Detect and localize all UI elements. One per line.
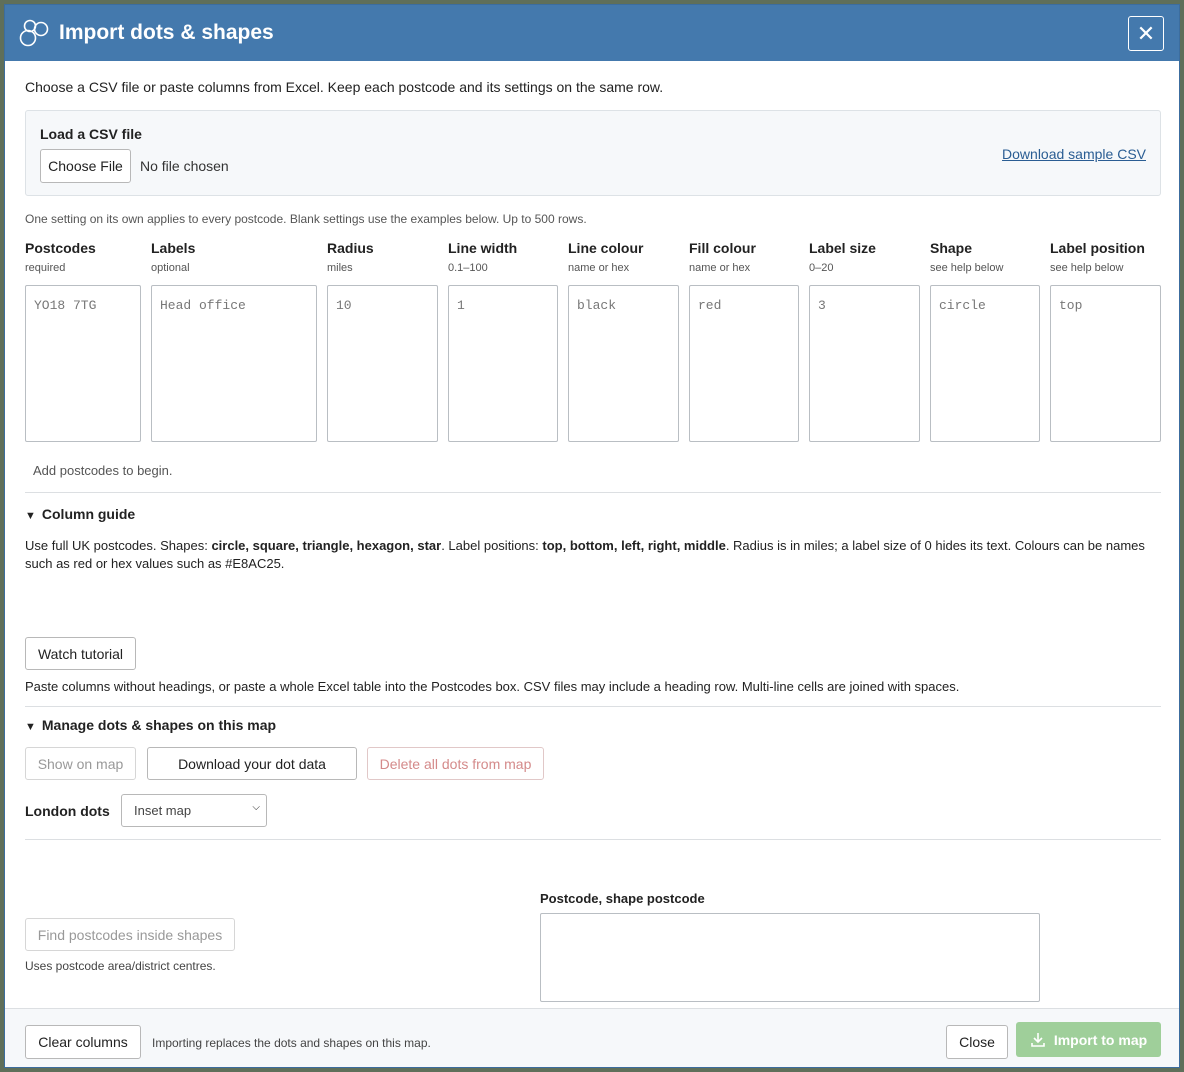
guide-text-part: Use full UK postcodes. Shapes: [25,538,212,553]
column-heading: Labels [151,240,196,256]
guide-text-part: . Label positions: [441,538,543,553]
no-file-text: No file chosen [140,158,229,174]
paste-instructions: Paste columns without headings, or paste… [25,679,960,694]
column-heading: Postcodes [25,240,96,256]
import-to-map-button[interactable]: Import to map [1016,1022,1161,1057]
column-heading: Label size [809,240,876,256]
find-postcodes-note: Uses postcode area/district centres. [25,959,216,973]
line-width-textarea[interactable]: 1 [448,285,558,442]
column-fill-colour: Fill colour name or hex red [689,240,799,442]
column-subheading: see help below [930,262,1004,274]
guide-shapes-list: circle, square, triangle, hexagon, star [211,538,442,553]
column-subheading: name or hex [568,262,630,274]
column-subheading: required [25,262,66,274]
watch-tutorial-button[interactable]: Watch tutorial [25,637,136,670]
csv-panel: Load a CSV file Choose File No file chos… [25,110,1161,196]
column-line-width: Line width 0.1–100 1 [448,240,558,442]
delete-all-dots-button[interactable]: Delete all dots from map [367,747,544,780]
column-guide-toggle[interactable]: ▼ Column guide [25,506,135,522]
postcodes-textarea[interactable]: YO18 7TG [25,285,141,442]
postcode-shape-textarea[interactable] [540,913,1040,1002]
manage-dots-toggle[interactable]: ▼ Manage dots & shapes on this map [25,717,276,733]
dialog-header: Import dots & shapes ✕ [5,5,1179,61]
label-position-textarea[interactable]: top [1050,285,1161,442]
choose-file-button[interactable]: Choose File [40,149,131,183]
intro-text: Choose a CSV file or paste columns from … [25,79,664,95]
radius-textarea[interactable]: 10 [327,285,438,442]
column-subheading: 0–20 [809,262,834,274]
dots-logo-icon [19,19,49,47]
divider [25,839,1161,840]
csv-title: Load a CSV file [40,126,142,142]
line-colour-textarea[interactable]: black [568,285,679,442]
manage-dots-title: Manage dots & shapes on this map [41,717,277,733]
divider [25,706,1161,707]
column-guide-title: Column guide [41,506,136,522]
chevron-down-icon: ⌵ [252,802,260,813]
column-postcodes: Postcodes required YO18 7TG [25,240,141,442]
column-shape: Shape see help below circle [930,240,1040,442]
triangle-down-icon: ▼ [25,721,36,733]
download-sample-link[interactable]: Download sample CSV [1002,146,1146,162]
shape-textarea[interactable]: circle [930,285,1040,442]
add-postcodes-hint: Add postcodes to begin. [33,463,173,478]
column-heading: Fill colour [689,240,756,256]
column-heading: Line width [448,240,518,256]
column-heading: Radius [327,240,374,256]
column-subheading: miles [327,262,353,274]
close-icon[interactable]: ✕ [1128,16,1164,51]
column-subheading: optional [151,262,190,274]
column-label-size: Label size 0–20 3 [809,240,920,442]
clear-columns-button[interactable]: Clear columns [25,1025,141,1059]
column-line-colour: Line colour name or hex black [568,240,679,442]
fill-colour-textarea[interactable]: red [689,285,799,442]
find-postcodes-button[interactable]: Find postcodes inside shapes [25,918,235,951]
close-button[interactable]: Close [946,1025,1008,1059]
import-to-map-label: Import to map [1053,1031,1148,1048]
column-guide-text: Use full UK postcodes. Shapes: circle, s… [25,537,1161,573]
postcode-shape-label: Postcode, shape postcode [540,891,705,906]
import-dialog: Import dots & shapes ✕ Choose a CSV file… [4,4,1180,1068]
column-labels: Labels optional Head office [151,240,317,442]
column-heading: Shape [930,240,973,256]
column-heading: Label position [1050,240,1145,256]
column-subheading: name or hex [689,262,751,274]
london-dots-value: Inset map [134,803,192,818]
show-on-map-button[interactable]: Show on map [25,747,136,780]
download-icon [1031,1032,1045,1047]
footer-note: Importing replaces the dots and shapes o… [152,1036,431,1050]
column-subheading: 0.1–100 [448,262,488,274]
download-dot-data-button[interactable]: Download your dot data [147,747,357,780]
column-heading: Line colour [568,240,644,256]
labels-textarea[interactable]: Head office [151,285,317,442]
divider [25,492,1161,493]
guide-positions-list: top, bottom, left, right, middle [542,538,726,553]
column-label-position: Label position see help below top [1050,240,1161,442]
triangle-down-icon: ▼ [25,510,36,522]
dialog-footer: Clear columns Importing replaces the dot… [5,1008,1179,1067]
column-radius: Radius miles 10 [327,240,438,442]
london-dots-label: London dots [25,803,110,819]
settings-hint: One setting on its own applies to every … [25,212,587,226]
london-dots-select[interactable]: Inset map ⌵ [121,794,267,827]
label-size-textarea[interactable]: 3 [809,285,920,442]
column-subheading: see help below [1050,262,1124,274]
dialog-title: Import dots & shapes [59,21,274,44]
